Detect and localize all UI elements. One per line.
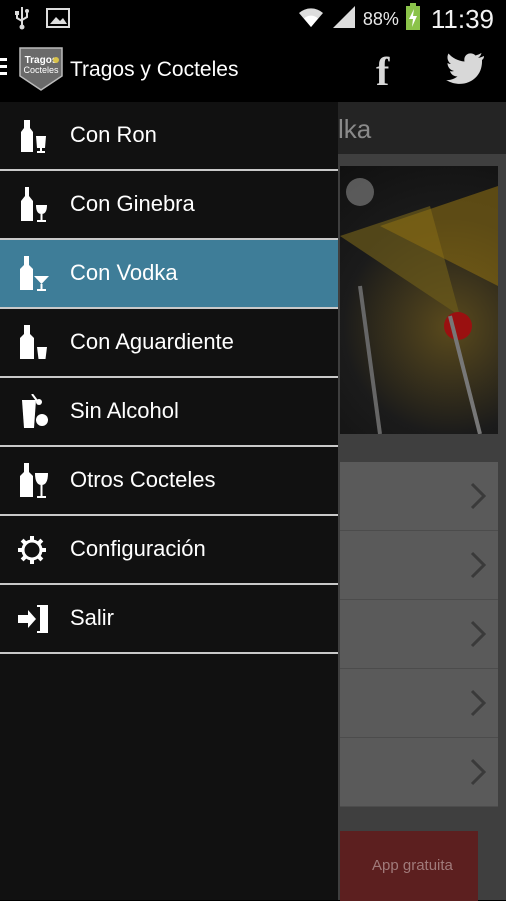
facebook-icon[interactable]: f: [376, 48, 389, 95]
bottle-martini-icon: [18, 256, 50, 292]
chevron-right-icon: [470, 689, 487, 722]
battery-charging-icon: [405, 2, 421, 36]
chevron-right-icon: [470, 758, 487, 791]
menu-icon[interactable]: [0, 58, 8, 80]
signal-icon: [331, 4, 357, 35]
drawer-item-label: Salir: [70, 605, 115, 630]
drawer-item-configuraci-n[interactable]: Configuración: [0, 516, 338, 585]
app-title: Tragos y Cocteles: [70, 58, 239, 81]
ad-label: App gratuita: [372, 857, 453, 874]
juice-glass-icon: [18, 393, 50, 430]
background-list: [340, 462, 498, 807]
drawer-item-con-vodka[interactable]: Con Vodka: [0, 240, 338, 309]
list-item: [340, 531, 498, 600]
drawer-item-con-aguardiente[interactable]: Con Aguardiente: [0, 309, 338, 378]
drawer-item-con-ginebra[interactable]: Con Ginebra: [0, 171, 338, 240]
drawer-item-sin-alcohol[interactable]: Sin Alcohol: [0, 378, 338, 447]
status-bar: 88% 11:39: [0, 0, 506, 38]
chevron-right-icon: [470, 620, 487, 653]
navigation-drawer: Tragos Cocteles Tragos y Cocteles Con Ro…: [0, 38, 338, 900]
list-item: [340, 738, 498, 807]
ad-banner[interactable]: App gratuita: [340, 831, 478, 901]
gear-icon: [18, 532, 50, 568]
drawer-item-otros-cocteles[interactable]: Otros Cocteles: [0, 447, 338, 516]
drawer-item-label: Sin Alcohol: [70, 398, 179, 423]
image-icon: [46, 7, 70, 34]
drawer-item-label: Con Aguardiente: [70, 329, 234, 354]
battery-percent: 88%: [362, 8, 399, 29]
list-item: [340, 462, 498, 531]
twitter-icon[interactable]: [446, 52, 486, 91]
drawer-item-label: Otros Cocteles: [70, 467, 216, 492]
chevron-right-icon: [470, 482, 487, 515]
bottle-wineglass-icon: [18, 187, 50, 223]
logo-text-line2: Cocteles: [23, 65, 59, 75]
wifi-icon: [297, 5, 325, 34]
drawer-item-salir[interactable]: Salir: [0, 585, 338, 654]
list-item: [340, 669, 498, 738]
clock: 11:39: [430, 3, 494, 34]
bottle-cocktail-icon: [18, 463, 50, 499]
app-logo: Tragos Cocteles: [18, 46, 64, 92]
drawer-header[interactable]: Tragos Cocteles Tragos y Cocteles: [0, 38, 338, 102]
drawer-item-label: Con Vodka: [70, 260, 178, 285]
drawer-item-label: Configuración: [70, 536, 206, 561]
background-title: lka: [338, 114, 372, 144]
bottle-glass-icon: [18, 118, 50, 154]
drawer-menu: Con Ron Con Ginebra Con Vodka Con Aguardien…: [0, 102, 338, 654]
drawer-item-con-ron[interactable]: Con Ron: [0, 102, 338, 171]
drawer-item-label: Con Ron: [70, 122, 157, 147]
drawer-item-label: Con Ginebra: [70, 191, 195, 216]
list-item: [340, 600, 498, 669]
exit-door-icon: [18, 601, 50, 637]
usb-icon: [12, 6, 32, 35]
cocktail-photo: [340, 166, 498, 434]
bottle-shot-icon: [18, 325, 50, 361]
chevron-right-icon: [470, 551, 487, 584]
